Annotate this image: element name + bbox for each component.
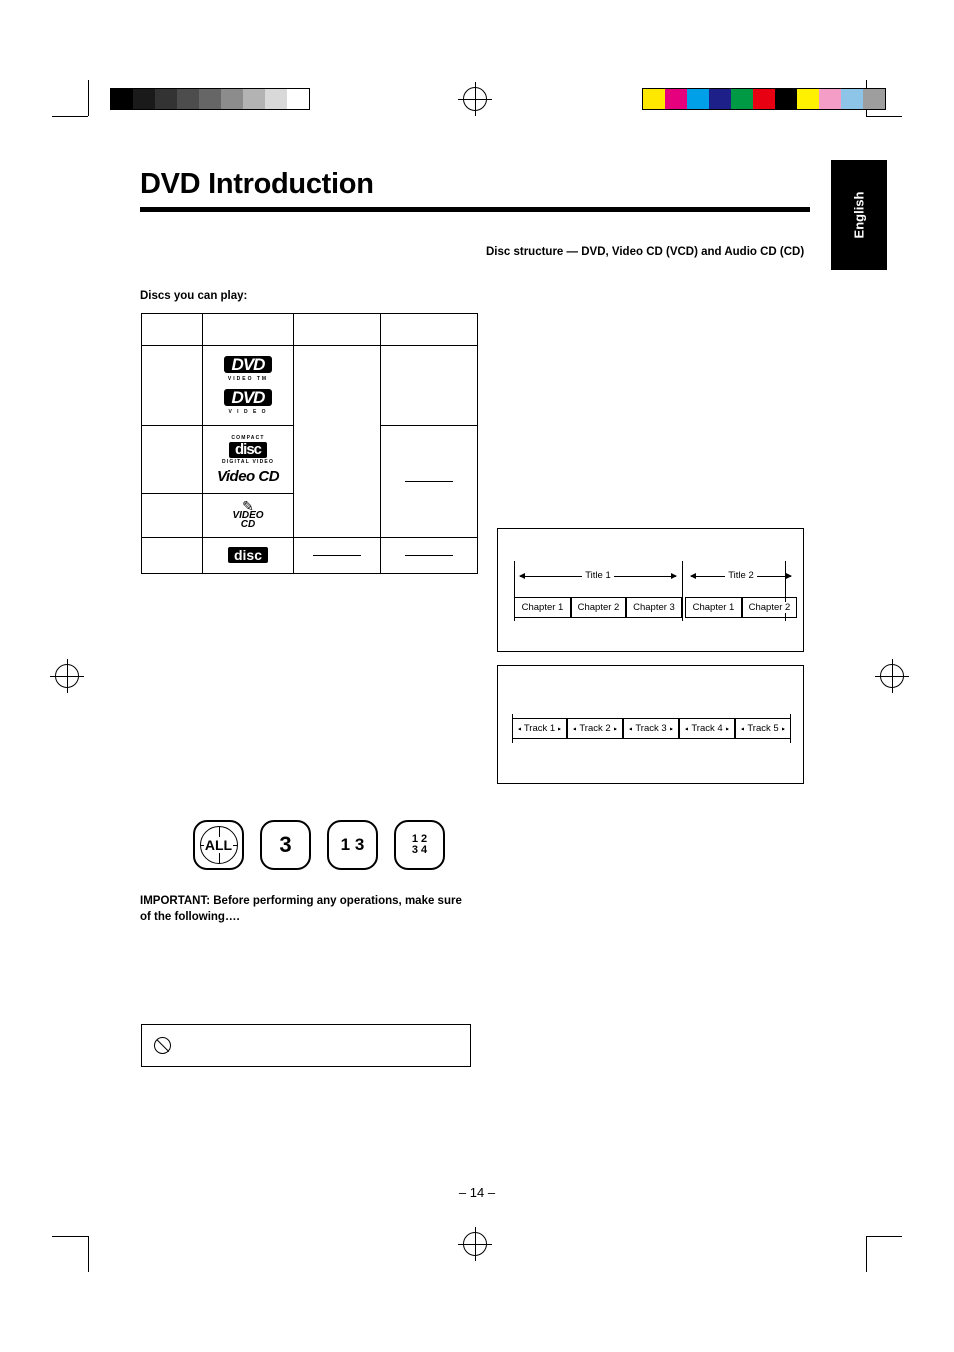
crop-mark-bl-v [88,1236,89,1272]
region-all-label: ALL [203,837,234,853]
table-row [141,313,478,346]
dvd-chapter-2-1: Chapter 1 [685,597,742,618]
dash-rule [405,554,453,556]
disc-structure-heading: Disc structure — DVD, Video CD (VCD) and… [486,246,805,258]
dvd-structure-diagram: Title 1 Title 2 Chapter 1 Chapter 2 Chap… [497,528,804,652]
page-title: DVD Introduction [140,168,374,200]
cd-track-3: Track 3 [623,718,679,739]
dvd-chapter-2-2: Chapter 2 [742,597,797,618]
cd-track-2: Track 2 [567,718,623,739]
dvd-logo: DVD V I D E O [203,389,293,415]
note-cell [380,425,478,538]
crop-mark-tl-h [52,116,88,117]
registration-mark-top [458,82,492,116]
region-1-3-label: 1 3 [340,835,365,854]
dvd-video-logo: DVD VIDEO TM [203,356,293,382]
important-note: IMPORTANT: Before performing any operati… [140,895,462,923]
table-row: DVD VIDEO TM DVD V I D E O [141,345,478,538]
globe-icon: ALL [199,826,238,864]
dvd-title-1: Title 1 [514,565,682,586]
language-tab: English [831,160,887,270]
dvd-chapter-1-3: Chapter 3 [626,597,682,618]
registration-mark-bottom [458,1227,492,1261]
dvd-tick-mid [682,561,683,621]
crop-mark-br-h [866,1236,902,1237]
audio-cd-logo: disc [203,546,293,565]
page-number: – 14 – [458,1185,496,1200]
prohibited-note-box [141,1024,471,1067]
dvd-title-row: Title 1 Title 2 [514,565,797,586]
cd-track-5: Track 5 [735,718,791,739]
cd-tick-left [512,714,513,743]
language-tab-label: English [851,191,867,239]
region-mark-1234: 1 2 3 4 [394,820,445,870]
grayscale-print-bar [110,88,310,110]
dvd-title-2: Title 2 [685,565,797,586]
color-print-bar [642,88,886,110]
video-cd-small-logo: ✎ VIDEO CD [232,498,264,530]
region-mark-all: ALL [193,820,244,870]
cd-track-4: Track 4 [679,718,735,739]
playable-discs-table: DVD VIDEO TM DVD V I D E O COMPACT disc DI… [141,313,478,574]
crop-mark-tr-h [866,116,902,117]
dvd-tick-left [514,561,515,621]
region-mark-3: 3 [260,820,311,870]
prohibited-icon [154,1037,171,1054]
region-code-marks: ALL 3 1 3 1 2 3 4 [193,820,445,870]
crop-mark-tl-v [88,80,89,116]
dash-rule [313,554,361,556]
dvd-chapter-1-2: Chapter 2 [571,597,626,618]
dvd-chapter-row: Chapter 1 Chapter 2 Chapter 3 Chapter 1 … [514,597,797,618]
registration-mark-left [50,659,84,693]
cd-track-row: Track 1 Track 2 Track 3 Track 4 Track 5 [512,718,791,739]
dvd-chapter-1-1: Chapter 1 [514,597,571,618]
cd-tick-right [790,714,791,743]
crop-mark-bl-h [52,1236,88,1237]
region-1234-bottom: 3 4 [411,844,428,856]
table-row: disc [141,537,478,574]
video-cd-logo: COMPACT disc DIGITAL VIDEO Video CD [216,434,280,485]
dash-rule [405,480,453,482]
region-3-label: 3 [279,832,292,857]
region-mark-1-3: 1 3 [327,820,378,870]
cd-structure-diagram: Track 1 Track 2 Track 3 Track 4 Track 5 [497,665,804,784]
crop-mark-br-v [866,1236,867,1272]
page-root: DVD Introduction English Discs you can p… [0,0,954,1352]
cd-track-1: Track 1 [512,718,567,739]
discs-you-can-play-label: Discs you can play: [140,290,248,302]
title-rule [140,207,810,212]
registration-mark-right [875,659,909,693]
